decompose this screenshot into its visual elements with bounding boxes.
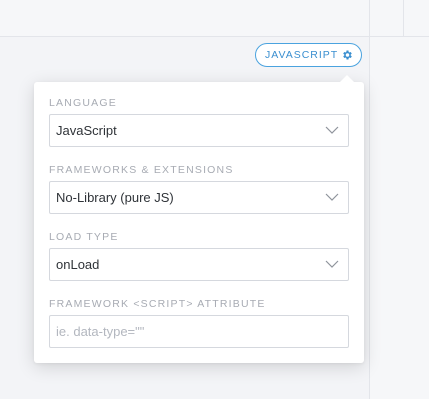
load-type-select-value: onLoad bbox=[56, 257, 100, 272]
language-label: LANGUAGE bbox=[49, 97, 117, 109]
frameworks-label: FRAMEWORKS & EXTENSIONS bbox=[49, 164, 234, 176]
panel-header-bar bbox=[0, 0, 370, 37]
load-type-select[interactable]: onLoad bbox=[49, 248, 349, 281]
frameworks-select[interactable]: No-Library (pure JS) bbox=[49, 181, 349, 214]
language-settings-button[interactable]: JAVASCRIPT bbox=[255, 43, 362, 67]
language-settings-popover: LANGUAGE JavaScript FRAMEWORKS & EXTENSI… bbox=[34, 75, 364, 363]
chevron-down-icon bbox=[325, 126, 339, 134]
right-divider-column bbox=[369, 0, 429, 399]
frameworks-select-value: No-Library (pure JS) bbox=[56, 190, 174, 205]
chevron-down-icon bbox=[325, 193, 339, 201]
divider-line bbox=[370, 36, 429, 37]
popover-arrow bbox=[339, 75, 355, 83]
script-attribute-label: FRAMEWORK <SCRIPT> ATTRIBUTE bbox=[49, 298, 266, 310]
divider-tick bbox=[403, 0, 404, 36]
language-select[interactable]: JavaScript bbox=[49, 114, 349, 147]
gear-icon bbox=[343, 50, 352, 60]
load-type-label: LOAD TYPE bbox=[49, 231, 119, 243]
editor-settings-view: JAVASCRIPT LANGUAGE JavaScript FRAMEWORK… bbox=[0, 0, 429, 399]
script-attribute-input[interactable] bbox=[49, 315, 349, 348]
language-pill-label: JAVASCRIPT bbox=[265, 49, 339, 61]
language-select-value: JavaScript bbox=[56, 123, 117, 138]
chevron-down-icon bbox=[325, 260, 339, 268]
